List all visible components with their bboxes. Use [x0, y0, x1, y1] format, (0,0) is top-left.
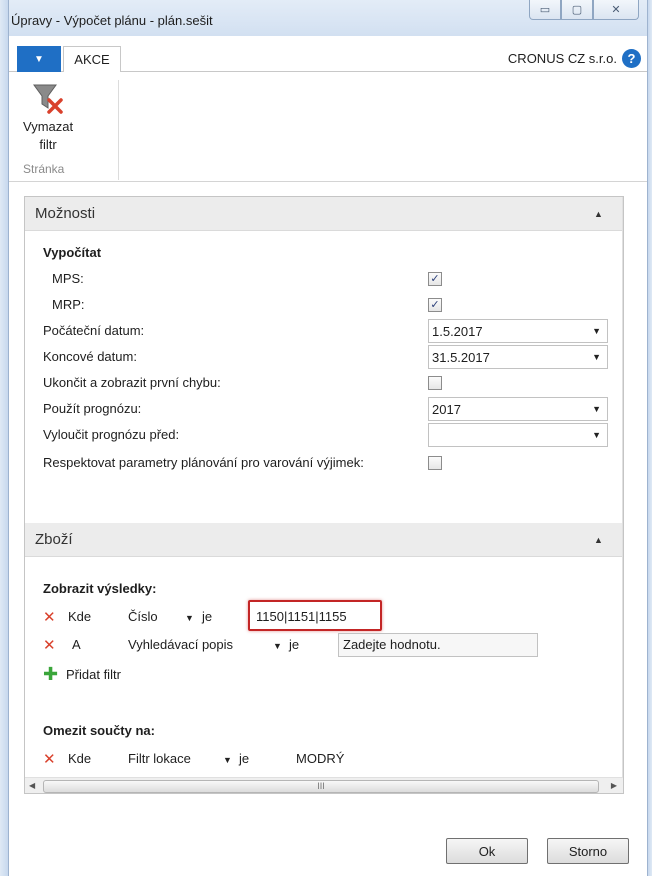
mrp-checkbox[interactable]: ✓	[428, 298, 442, 312]
filter-row-2: ✕ A Vyhledávací popis ▼ je Zadejte hodno…	[25, 633, 623, 659]
horizontal-scroll-thumb[interactable]: III	[43, 780, 599, 793]
chevron-down-icon[interactable]: ▼	[185, 613, 194, 623]
filter-field[interactable]: Vyhledávací popis	[128, 637, 233, 652]
mps-row: MPS: ✓	[25, 267, 623, 293]
dialog-content: Možnosti ▲ Vypočítat MPS: ✓ MRP: ✓ Počát…	[24, 196, 624, 794]
exclude-forecast-row: Vyloučit prognózu před: ▼	[25, 423, 623, 449]
filter-value-input[interactable]: 1150|1151|1155	[256, 609, 347, 624]
stop-first-error-label: Ukončit a zobrazit první chybu:	[43, 375, 221, 390]
section-title-items: Zboží	[35, 531, 73, 548]
stop-first-error-checkbox[interactable]	[428, 376, 442, 390]
use-forecast-row: Použít prognózu: 2017 ▼	[25, 397, 623, 423]
section-title-options: Možnosti	[35, 205, 96, 222]
end-date-field[interactable]: 31.5.2017 ▼	[428, 345, 608, 369]
filter-value-input[interactable]: Zadejte hodnotu.	[338, 633, 538, 657]
mps-label: MPS:	[52, 271, 84, 286]
filter-conjunction: A	[72, 637, 81, 652]
dialog-window: Úpravy - Výpočet plánu - plán.sešit ▭ ▢ …	[0, 0, 652, 876]
ok-button[interactable]: Ok	[446, 838, 528, 864]
filter-field[interactable]: Číslo	[128, 609, 158, 624]
filter-conjunction: Kde	[68, 751, 92, 766]
end-date-label: Koncové datum:	[43, 349, 137, 364]
chevron-down-icon[interactable]: ▼	[223, 755, 232, 765]
company-name: CRONUS CZ s.r.o.	[507, 51, 617, 66]
scroll-left-icon[interactable]: ◀	[29, 781, 35, 790]
window-title: Úpravy - Výpočet plánu - plán.sešit	[11, 13, 213, 28]
add-filter-link[interactable]: Přidat filtr	[66, 667, 121, 682]
use-forecast-label: Použít prognózu:	[43, 401, 142, 416]
limit-totals-row: Omezit součty na:	[25, 719, 623, 745]
use-forecast-value: 2017	[432, 402, 461, 417]
filter-operator: je	[202, 609, 213, 624]
cancel-button[interactable]: Storno	[547, 838, 629, 864]
section-header-options[interactable]: Možnosti ▲	[25, 197, 623, 231]
calculate-heading: Vypočítat	[43, 245, 102, 260]
filter-operator: je	[289, 637, 300, 652]
end-date-value: 31.5.2017	[432, 350, 490, 365]
scroll-right-icon[interactable]: ▶	[611, 781, 617, 790]
mrp-row: MRP: ✓	[25, 293, 623, 319]
chevron-down-icon: ▼	[34, 53, 44, 65]
section-header-items[interactable]: Zboží ▲	[25, 523, 623, 557]
close-icon[interactable]: ✕	[43, 750, 56, 768]
filter-row-1: ✕ Kde Číslo ▼ je 1150|1151|1155	[25, 600, 623, 631]
stop-first-error-row: Ukončit a zobrazit první chybu:	[25, 371, 623, 397]
vertical-scrollbar[interactable]: ▲ ≡ ▼	[622, 197, 623, 777]
respect-params-checkbox[interactable]	[428, 456, 442, 470]
chevron-down-icon[interactable]: ▼	[592, 430, 601, 440]
clear-filter-icon	[33, 84, 63, 114]
clear-filter-label-2: filtr	[39, 137, 57, 152]
chevron-down-icon[interactable]: ▼	[273, 641, 282, 651]
start-date-field[interactable]: 1.5.2017 ▼	[428, 319, 608, 343]
ribbon-tab-bar: ▼ AKCE CRONUS CZ s.r.o. ?	[9, 46, 647, 73]
use-forecast-field[interactable]: 2017 ▼	[428, 397, 608, 421]
window-frame-left	[0, 0, 9, 876]
filter-value[interactable]: MODRÝ	[296, 751, 344, 766]
chevron-down-icon[interactable]: ▼	[592, 326, 601, 336]
chevron-down-icon[interactable]: ▼	[592, 404, 601, 414]
start-date-row: Počáteční datum: 1.5.2017 ▼	[25, 319, 623, 345]
minimize-button[interactable]: ▭	[529, 0, 561, 20]
start-date-value: 1.5.2017	[432, 324, 483, 339]
limit-totals-heading: Omezit součty na:	[43, 723, 155, 738]
help-icon[interactable]: ?	[622, 49, 641, 68]
calculate-row: Vypočítat	[25, 241, 623, 267]
window-controls: ▭ ▢ ✕	[529, 0, 639, 20]
plus-icon[interactable]: ✚	[43, 664, 58, 685]
respect-params-row: Respektovat parametry plánování pro varo…	[25, 451, 623, 477]
application-menu-button[interactable]: ▼	[17, 46, 61, 72]
exclude-forecast-label: Vyloučit prognózu před:	[43, 427, 180, 442]
filter-operator: je	[239, 751, 250, 766]
maximize-button[interactable]: ▢	[561, 0, 593, 20]
chevron-up-icon[interactable]: ▲	[594, 209, 603, 219]
horizontal-scrollbar[interactable]: ◀ III ▶	[25, 777, 623, 793]
chevron-down-icon[interactable]: ▼	[592, 352, 601, 362]
check-icon: ✓	[430, 299, 440, 311]
limit-filter-row: ✕ Kde Filtr lokace ▼ je MODRÝ	[25, 747, 623, 773]
mps-checkbox[interactable]: ✓	[428, 272, 442, 286]
ribbon-group-label: Stránka	[23, 162, 65, 176]
check-icon: ✓	[430, 273, 440, 285]
clear-filter-button[interactable]: Vymazat filtr	[23, 80, 73, 152]
mrp-label: MRP:	[52, 297, 85, 312]
close-icon[interactable]: ✕	[43, 608, 56, 626]
tab-akce[interactable]: AKCE	[63, 46, 121, 73]
add-filter-row[interactable]: ✚ Přidat filtr	[25, 663, 623, 689]
exclude-forecast-field[interactable]: ▼	[428, 423, 608, 447]
close-button[interactable]: ✕	[593, 0, 639, 20]
ribbon-group-page: Vymazat filtr Stránka	[23, 80, 119, 180]
clear-filter-label-1: Vymazat	[23, 119, 74, 134]
chevron-up-icon[interactable]: ▲	[594, 535, 603, 545]
respect-params-label: Respektovat parametry plánování pro varo…	[43, 455, 364, 470]
title-bar[interactable]: Úpravy - Výpočet plánu - plán.sešit ▭ ▢ …	[9, 0, 647, 36]
ribbon-panel: Vymazat filtr Stránka	[9, 72, 647, 182]
window-frame-right	[647, 0, 652, 876]
show-results-heading: Zobrazit výsledky:	[43, 581, 157, 596]
filter-conjunction: Kde	[68, 609, 92, 624]
close-icon[interactable]: ✕	[43, 636, 56, 654]
start-date-label: Počáteční datum:	[43, 323, 145, 338]
end-date-row: Koncové datum: 31.5.2017 ▼	[25, 345, 623, 371]
filter-field[interactable]: Filtr lokace	[128, 751, 191, 766]
